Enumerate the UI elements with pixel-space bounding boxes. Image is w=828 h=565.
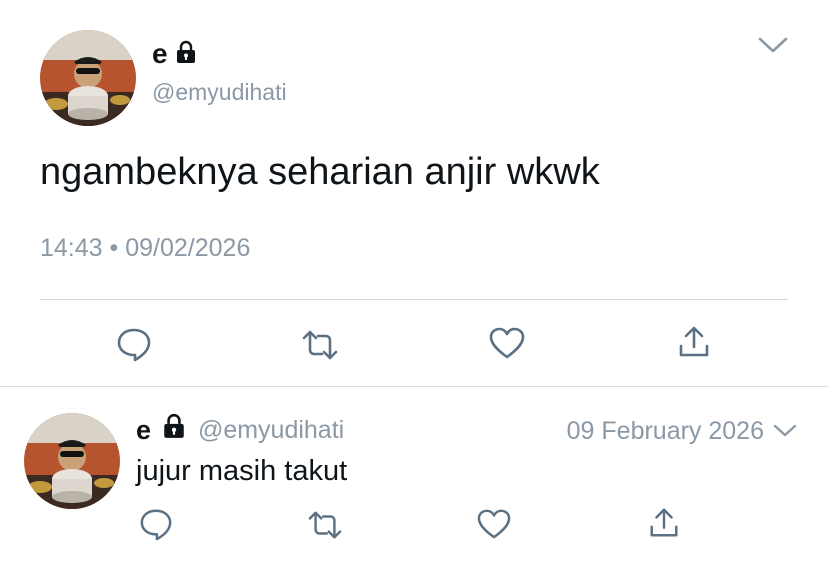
heart-icon[interactable]	[488, 326, 526, 360]
reply-avatar[interactable]	[24, 413, 120, 509]
heart-icon[interactable]	[476, 508, 512, 540]
retweet-icon[interactable]	[300, 328, 340, 362]
lock-icon	[174, 40, 198, 69]
chevron-down-icon[interactable]	[756, 34, 790, 56]
share-icon[interactable]	[676, 324, 712, 360]
share-icon[interactable]	[647, 506, 681, 540]
section-divider	[0, 386, 828, 387]
retweet-icon[interactable]	[306, 509, 344, 541]
tweet-timestamp: 14:43 • 09/02/2026	[40, 233, 250, 263]
reply-display-name[interactable]: e	[136, 415, 151, 445]
reply-date: 09 February 2026	[566, 417, 764, 445]
handle-text: @emyudihati	[152, 79, 287, 105]
timestamp-separator: •	[109, 234, 119, 262]
lock-icon	[161, 413, 187, 444]
tweet-text: ngambeknya seharian anjir wkwk	[40, 151, 600, 193]
tweet-time: 14:43	[40, 234, 103, 262]
display-name-text: e	[152, 38, 168, 69]
divider	[40, 299, 788, 300]
handle[interactable]: @emyudihati	[152, 78, 287, 106]
display-name[interactable]: e	[152, 38, 168, 70]
reply-handle[interactable]: @emyudihati	[198, 416, 344, 444]
reply-header: e @emyudihati	[136, 413, 344, 446]
chevron-down-icon[interactable]	[772, 422, 798, 440]
reply-text: jujur masih takut	[136, 455, 348, 487]
avatar[interactable]	[40, 30, 136, 126]
reply-icon[interactable]	[138, 507, 174, 541]
tweet-date: 09/02/2026	[125, 234, 251, 262]
reply-icon[interactable]	[115, 326, 153, 362]
